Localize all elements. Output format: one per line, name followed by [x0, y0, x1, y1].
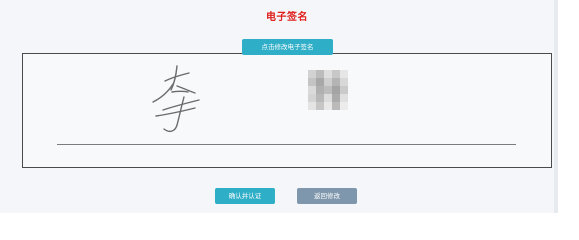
scrollbar-track[interactable]: [554, 0, 558, 213]
signature-canvas[interactable]: [22, 53, 552, 168]
confirm-button[interactable]: 确认并认证: [215, 188, 275, 204]
return-modify-button[interactable]: 返回修改: [297, 188, 357, 204]
modify-signature-button[interactable]: 点击修改电子签名: [242, 39, 333, 55]
pixelated-character: [308, 70, 348, 110]
signature-line: [57, 144, 516, 145]
handwritten-signature: [152, 65, 348, 133]
page-title: 电子签名: [266, 12, 308, 23]
